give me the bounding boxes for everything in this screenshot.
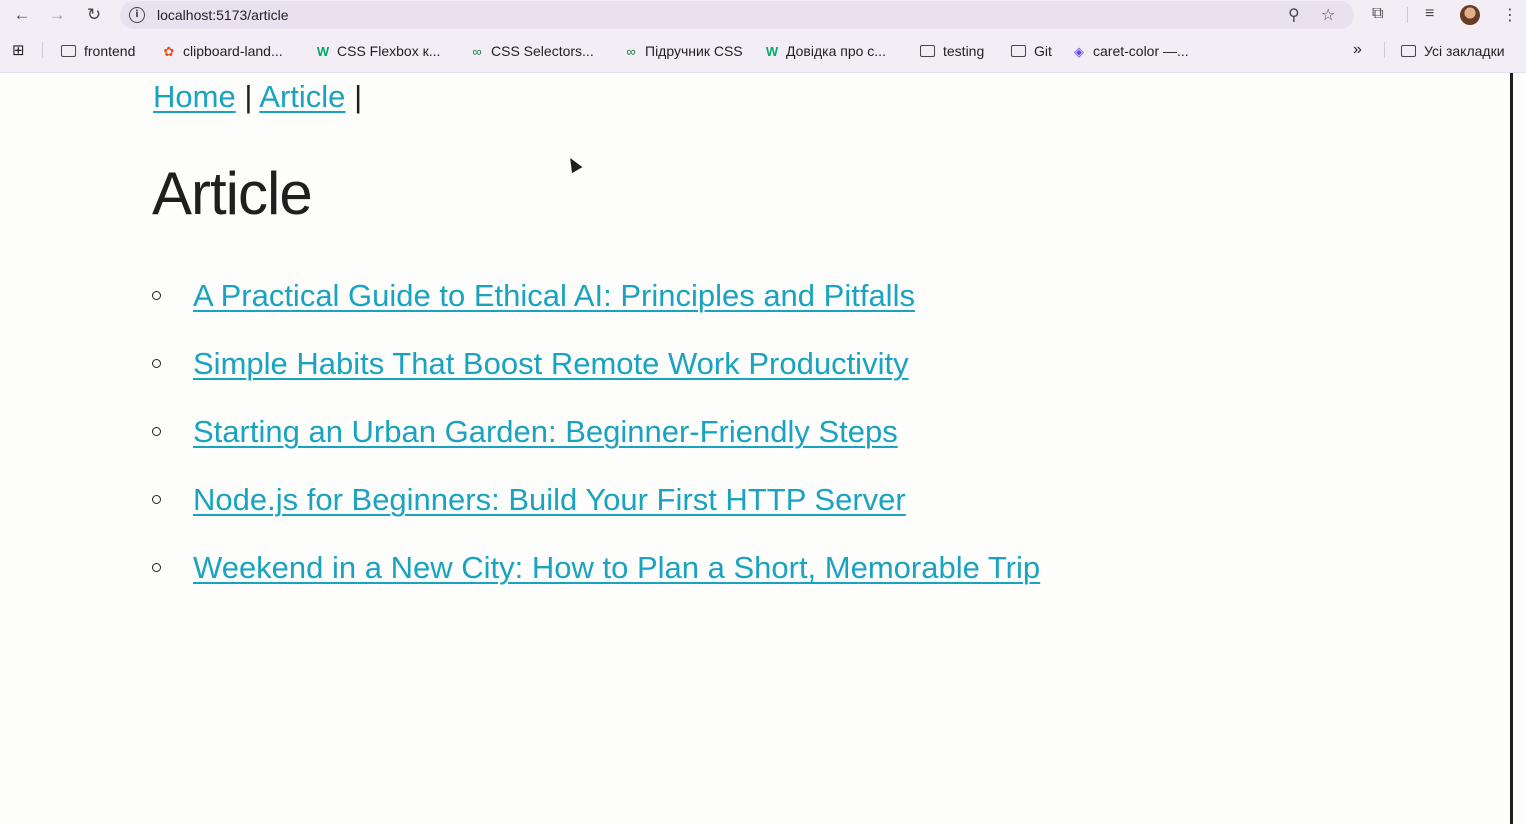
bullet-icon <box>152 495 161 504</box>
bookmark-git[interactable]: Git <box>1011 43 1052 59</box>
list-item: Node.js for Beginners: Build Your First … <box>152 480 1040 548</box>
figma-icon: ✿ <box>163 44 175 59</box>
folder-icon <box>61 45 76 57</box>
address-bar[interactable]: i localhost:5173/article ⚲ ☆ <box>120 1 1354 29</box>
url-text[interactable]: localhost:5173/article <box>157 7 289 23</box>
bookmark-clipboard-landing[interactable]: ✿ clipboard-land... <box>161 43 283 60</box>
site-nav: Home | Article | <box>153 77 362 117</box>
menu-kebab-icon[interactable]: ⋮ <box>1502 5 1518 25</box>
article-link[interactable]: Simple Habits That Boost Remote Work Pro… <box>193 346 909 381</box>
page-content: Home | Article | Article A Practical Gui… <box>0 73 1510 824</box>
media-controls-icon[interactable]: ≡ <box>1425 5 1434 23</box>
w3-icon: W <box>765 44 779 59</box>
bullet-icon <box>152 427 161 436</box>
article-link[interactable]: Node.js for Beginners: Build Your First … <box>193 482 906 517</box>
zoom-icon[interactable]: ⚲ <box>1288 5 1300 25</box>
folder-icon <box>1401 45 1416 57</box>
apps-grid-icon[interactable]: ⊞ <box>12 41 25 59</box>
bookmark-css-reference[interactable]: W Довідка про с... <box>764 43 886 59</box>
bullet-icon <box>152 563 161 572</box>
bookmarks-bar: ⊞ frontend ✿ clipboard-land... W CSS Flexb… <box>0 30 1526 73</box>
article-link[interactable]: Weekend in a New City: How to Plan a Sho… <box>193 550 1040 585</box>
mdn-icon: ∞ <box>472 44 482 59</box>
window-edge <box>1510 73 1513 824</box>
bookmark-css-flexbox[interactable]: W CSS Flexbox к... <box>315 43 441 59</box>
nav-article-link[interactable]: Article <box>259 79 345 114</box>
bullet-icon <box>152 291 161 300</box>
bookmarks-overflow-icon[interactable]: » <box>1353 41 1362 59</box>
nav-home-link[interactable]: Home <box>153 79 236 114</box>
reload-icon[interactable]: ↻ <box>84 5 104 25</box>
page-title: Article <box>152 160 313 227</box>
forward-icon[interactable]: → <box>47 5 67 25</box>
all-bookmarks[interactable]: Усі закладки <box>1401 43 1505 59</box>
browser-toolbar: ← → ↻ i localhost:5173/article ⚲ ☆ ⧉ ≡ ⋮ <box>0 0 1526 30</box>
back-icon[interactable]: ← <box>12 5 32 25</box>
bookmark-css-selectors[interactable]: ∞ CSS Selectors... <box>469 43 593 59</box>
bookmark-testing[interactable]: testing <box>920 43 984 59</box>
bookmark-frontend[interactable]: frontend <box>61 43 135 59</box>
profile-avatar[interactable] <box>1460 5 1480 25</box>
bookmark-css-tutorial[interactable]: ∞ Підручник CSS <box>623 43 742 59</box>
bullet-icon <box>152 359 161 368</box>
bookmarks-divider <box>42 42 43 58</box>
list-item: Simple Habits That Boost Remote Work Pro… <box>152 344 1040 412</box>
w3-icon: W <box>316 44 330 59</box>
article-link[interactable]: Starting an Urban Garden: Beginner-Frien… <box>193 414 898 449</box>
bookmark-caret-color[interactable]: ◈ caret-color —... <box>1071 43 1189 60</box>
toolbar-divider <box>1407 7 1408 23</box>
bookmark-star-icon[interactable]: ☆ <box>1321 5 1335 25</box>
mdn-icon: ∞ <box>626 44 636 59</box>
site-info-icon[interactable]: i <box>129 7 145 23</box>
list-item: Weekend in a New City: How to Plan a Sho… <box>152 548 1040 616</box>
stack-icon: ◈ <box>1074 44 1084 59</box>
article-list: A Practical Guide to Ethical AI: Princip… <box>152 276 1040 616</box>
folder-icon <box>920 45 935 57</box>
extensions-icon[interactable]: ⧉ <box>1372 5 1383 23</box>
bookmarks-divider <box>1384 42 1385 58</box>
folder-icon <box>1011 45 1026 57</box>
nav-separator: | <box>354 79 363 114</box>
list-item: Starting an Urban Garden: Beginner-Frien… <box>152 412 1040 480</box>
nav-separator: | <box>244 79 253 114</box>
article-link[interactable]: A Practical Guide to Ethical AI: Princip… <box>193 278 915 313</box>
list-item: A Practical Guide to Ethical AI: Princip… <box>152 276 1040 344</box>
